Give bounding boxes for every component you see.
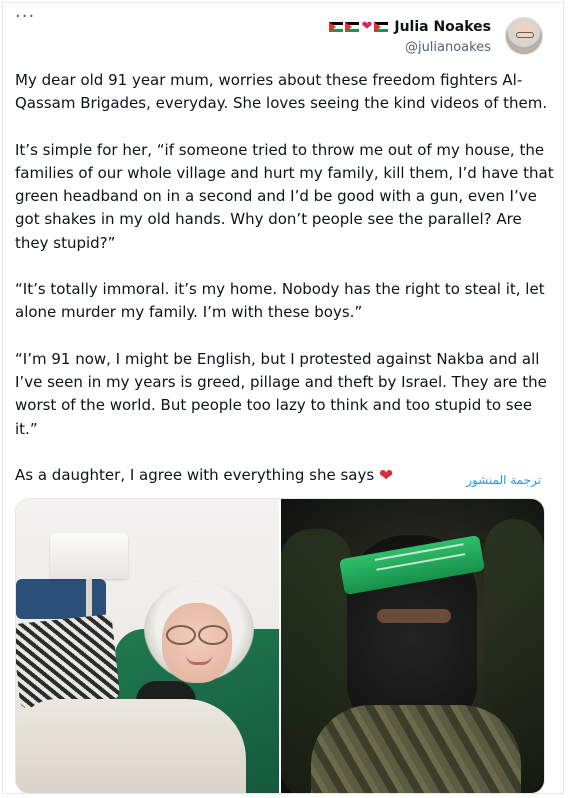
author-info: ❤ Julia Noakes @julianoakes (329, 17, 491, 55)
tweet-paragraph-text: As a daughter, I agree with everything s… (15, 465, 375, 484)
author-name-row: ❤ Julia Noakes (329, 17, 491, 37)
palestine-flag-icon (374, 22, 389, 32)
tweet-paragraph: “I’m 91 now, I might be English, but I p… (15, 349, 547, 438)
avatar[interactable] (505, 17, 543, 55)
tweet-text: My dear old 91 year mum, worries about t… (15, 69, 555, 488)
tweet-paragraph: “It’s totally immoral. it’s my home. Nob… (15, 280, 545, 322)
author-display-name[interactable]: Julia Noakes (394, 19, 491, 35)
photo-elderly-woman[interactable] (16, 499, 279, 793)
tweet-paragraph: My dear old 91 year mum, worries about t… (15, 71, 548, 113)
red-heart-icon: ❤ (361, 19, 373, 34)
tweet-card: ··· ❤ Julia Noakes @julianoakes My dear … (2, 2, 564, 794)
more-options-button[interactable]: ··· (15, 7, 35, 27)
red-heart-icon: ❤ (378, 465, 394, 486)
photo-masked-fighter[interactable] (281, 499, 544, 793)
name-emojis: ❤ (329, 19, 389, 34)
palestine-flag-icon (345, 22, 360, 32)
author-handle[interactable]: @julianoakes (329, 40, 491, 55)
tweet-paragraph: It’s simple for her, “if someone tried t… (15, 140, 554, 252)
translate-post-link[interactable]: ترجمة المنشور (466, 473, 541, 487)
media-grid (15, 498, 545, 794)
palestine-flag-icon (329, 22, 344, 32)
